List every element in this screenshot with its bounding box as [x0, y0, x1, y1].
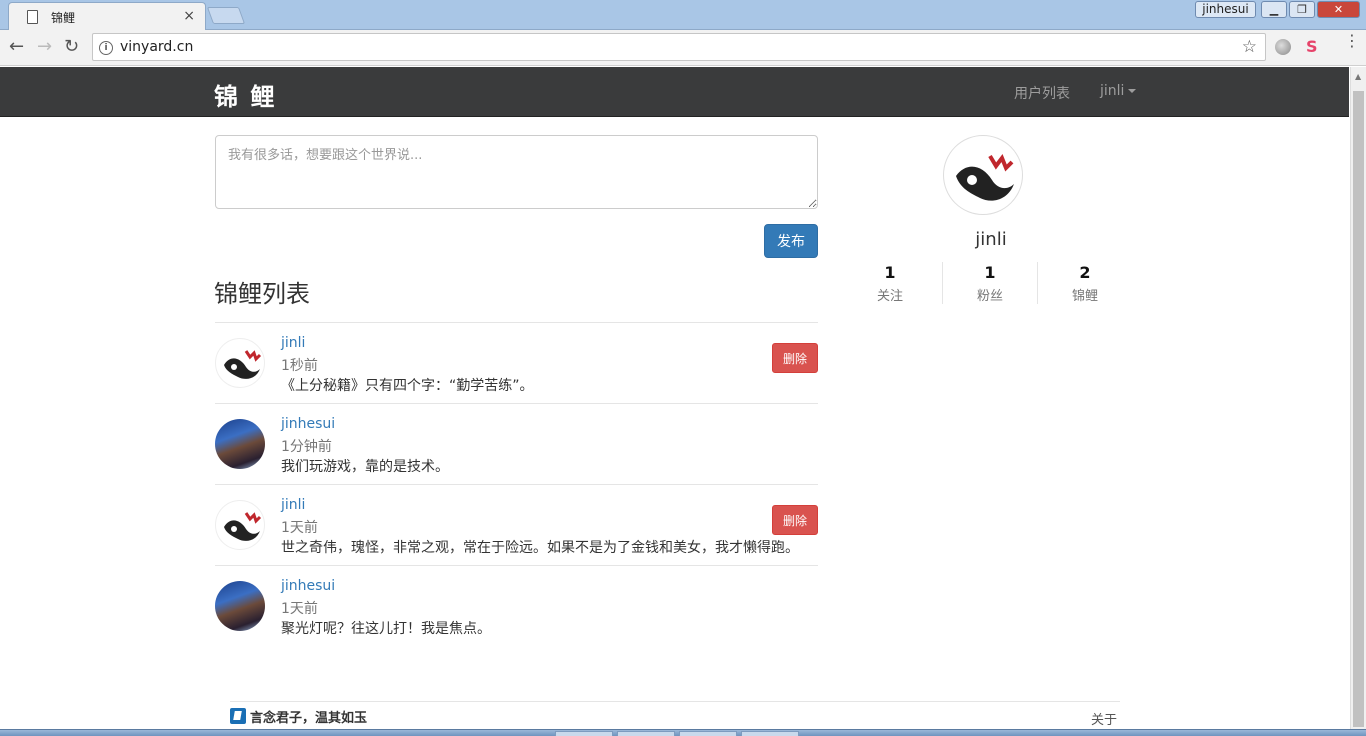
- bookmark-star-icon[interactable]: ☆: [1242, 37, 1257, 57]
- new-tab-button[interactable]: [206, 7, 246, 24]
- profile-chip[interactable]: jinhesui: [1195, 1, 1256, 18]
- feed-username[interactable]: jinhesui: [281, 416, 335, 432]
- page-scrollbar[interactable]: ▲: [1350, 67, 1366, 729]
- nav-user-label: jinli: [1100, 83, 1125, 99]
- stat-number: 1: [884, 263, 896, 282]
- taskbar-item[interactable]: [741, 731, 799, 736]
- feed-text: 聚光灯呢？往这儿打！我是焦点。: [281, 621, 491, 637]
- feed-username[interactable]: jinli: [281, 335, 305, 351]
- feed-timestamp: 1天前: [281, 520, 318, 536]
- footer-slogan: 言念君子，温其如玉: [250, 711, 368, 726]
- site-brand[interactable]: 锦 鲤: [214, 77, 276, 112]
- stat-label: 关注: [876, 289, 903, 304]
- stat-label: 锦鲤: [1071, 289, 1098, 304]
- koi-avatar-icon: [224, 512, 262, 541]
- browser-menu-icon[interactable]: ⋮: [1344, 33, 1360, 49]
- feed-text: 《上分秘籍》只有四个字：“勤学苦练”。: [281, 378, 534, 394]
- delete-button[interactable]: 删除: [772, 505, 818, 535]
- avatar[interactable]: [215, 338, 265, 388]
- taskbar-item[interactable]: [555, 731, 613, 736]
- back-arrow-icon[interactable]: ←: [9, 37, 24, 57]
- profile-name[interactable]: jinli: [900, 229, 1082, 250]
- site-navbar: 锦 鲤 用户列表 jinli: [0, 67, 1349, 117]
- tab-title: 锦鲤: [51, 11, 76, 25]
- nav-user-dropdown[interactable]: jinli: [1100, 83, 1137, 99]
- profile-avatar[interactable]: [943, 135, 1023, 215]
- stat-posts[interactable]: 2 锦鲤: [1037, 263, 1133, 304]
- feed-item: jinhesui 1天前 聚光灯呢？往这儿打！我是焦点。: [215, 566, 818, 647]
- avatar[interactable]: [215, 500, 265, 550]
- page-icon: [27, 10, 38, 24]
- feed-text: 我们玩游戏，靠的是技术。: [281, 459, 449, 475]
- feed-timestamp: 1分钟前: [281, 439, 332, 455]
- url-text[interactable]: vinyard.cn: [120, 39, 193, 55]
- feed-title: 锦鲤列表: [214, 280, 310, 308]
- forward-arrow-icon[interactable]: →: [37, 37, 52, 57]
- site-logo-icon: [230, 708, 246, 724]
- avatar[interactable]: [215, 419, 265, 469]
- info-icon[interactable]: i: [99, 41, 113, 55]
- stat-followers[interactable]: 1 粉丝: [942, 263, 1038, 304]
- browser-tab[interactable]: 锦鲤 ×: [8, 2, 206, 30]
- minimize-icon[interactable]: ▁: [1261, 1, 1287, 18]
- footer-about-link[interactable]: 关于: [1091, 709, 1117, 728]
- extension-s-icon[interactable]: S: [1306, 38, 1324, 56]
- taskbar-item[interactable]: [679, 731, 737, 736]
- koi-avatar-icon: [224, 350, 262, 379]
- window-close-icon[interactable]: ✕: [1317, 1, 1360, 18]
- stat-label: 粉丝: [976, 289, 1003, 304]
- koi-avatar-icon: [956, 153, 1014, 201]
- scrollbar-thumb[interactable]: [1353, 91, 1364, 727]
- feed-username[interactable]: jinli: [281, 497, 305, 513]
- reload-icon[interactable]: ↻: [64, 37, 79, 57]
- nav-users-link[interactable]: 用户列表: [1014, 83, 1070, 103]
- delete-button[interactable]: 删除: [772, 343, 818, 373]
- caret-down-icon: [1128, 89, 1137, 93]
- post-input[interactable]: [215, 135, 818, 209]
- feed-item: jinli 1天前 世之奇伟，瑰怪，非常之观，常在于险远。如果不是为了金钱和美女…: [215, 485, 818, 566]
- os-taskbar: [0, 729, 1366, 736]
- feed-timestamp: 1秒前: [281, 358, 318, 374]
- feed-text: 世之奇伟，瑰怪，非常之观，常在于险远。如果不是为了金钱和美女，我才懒得跑。: [281, 540, 799, 556]
- feed-username[interactable]: jinhesui: [281, 578, 335, 594]
- extension-globe-icon[interactable]: [1275, 39, 1291, 55]
- address-bar[interactable]: i vinyard.cn ☆: [92, 33, 1266, 61]
- feed-item: jinli 1秒前 《上分秘籍》只有四个字：“勤学苦练”。 删除: [215, 323, 818, 404]
- maximize-icon[interactable]: ❐: [1289, 1, 1315, 18]
- publish-button[interactable]: 发布: [764, 224, 818, 258]
- avatar[interactable]: [215, 581, 265, 631]
- taskbar-item[interactable]: [617, 731, 675, 736]
- scroll-up-icon[interactable]: ▲: [1355, 72, 1361, 81]
- stat-number: 2: [1079, 263, 1091, 282]
- browser-toolbar: ← → ↻ i vinyard.cn ☆ S ⋮: [0, 30, 1366, 66]
- footer-divider: [230, 701, 1120, 702]
- stat-number: 1: [984, 263, 996, 282]
- browser-tab-strip: 锦鲤 × jinhesui ▁ ❐ ✕: [0, 0, 1366, 30]
- stat-following[interactable]: 1 关注: [842, 263, 938, 304]
- feed-item: jinhesui 1分钟前 我们玩游戏，靠的是技术。: [215, 404, 818, 485]
- page-viewport: 锦 鲤 用户列表 jinli 发布 锦鲤列表 jinli 1秒前 《上分秘籍》只…: [0, 67, 1349, 729]
- feed-timestamp: 1天前: [281, 601, 318, 617]
- tab-close-icon[interactable]: ×: [183, 8, 195, 24]
